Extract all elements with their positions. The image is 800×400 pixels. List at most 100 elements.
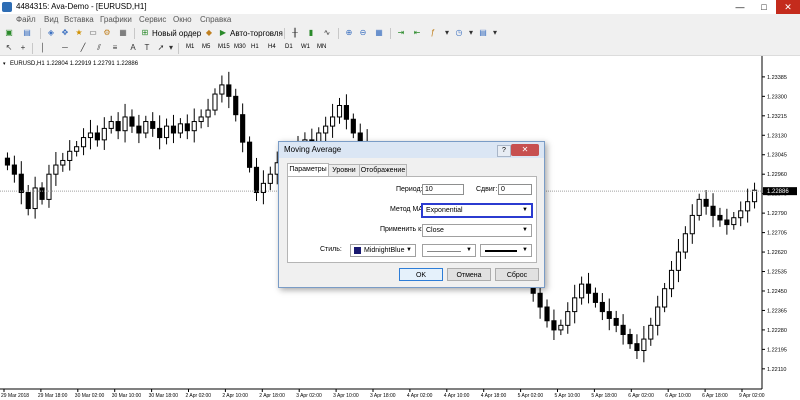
method-select[interactable]: Exponential ▼ — [421, 203, 533, 218]
menu-tools[interactable]: Сервис — [139, 15, 166, 24]
horizontal-line-icon[interactable]: ─ — [60, 43, 70, 53]
candle-body — [717, 214, 723, 221]
bar-chart-icon[interactable]: ╫ — [290, 28, 300, 38]
periods-icon[interactable]: ◷ — [454, 28, 464, 38]
candle-body — [655, 306, 661, 326]
auto-trading-icon[interactable]: ▶ — [218, 28, 228, 38]
timeframe-mn[interactable]: MN — [317, 44, 326, 50]
candle-body — [191, 121, 197, 132]
chart-shift-icon[interactable]: ⇤ — [412, 28, 422, 38]
candle-chart-icon[interactable]: ▮ — [306, 28, 316, 38]
time-tick-label: 5 Apr 18:00 — [591, 393, 617, 399]
zoom-out-icon[interactable]: ⊖ — [358, 28, 368, 38]
reset-button[interactable]: Сброс — [495, 268, 539, 281]
menu-window[interactable]: Окно — [173, 15, 192, 24]
price-tick-label: 1.22960 — [767, 172, 787, 178]
menu-file[interactable]: Файл — [16, 15, 36, 24]
fibonacci-icon[interactable]: ≡ — [110, 43, 120, 53]
color-select[interactable]: MidnightBlue ▼ — [350, 244, 416, 257]
auto-trading-button[interactable]: Авто-торговля — [230, 28, 283, 39]
indicators-dropdown-icon[interactable]: ▾ — [442, 28, 452, 38]
dialog-title-bar: Moving Average ? ✕ — [279, 142, 544, 158]
time-tick-label: 3 Apr 10:00 — [333, 393, 359, 399]
templates-dropdown-icon[interactable]: ▾ — [490, 28, 500, 38]
auto-scroll-icon[interactable]: ⇥ — [396, 28, 406, 38]
indicators-icon[interactable]: ƒ — [428, 28, 438, 38]
arrows-dropdown-icon[interactable]: ▾ — [166, 43, 176, 53]
arrows-icon[interactable]: ➚ — [156, 43, 166, 53]
tile-windows-icon[interactable]: ▦ — [374, 28, 384, 38]
market-watch-icon[interactable]: ◈ — [46, 28, 56, 38]
timeframe-h4[interactable]: H4 — [268, 44, 276, 50]
timeframe-m15[interactable]: M15 — [218, 44, 230, 50]
templates-icon[interactable]: ▤ — [478, 28, 488, 38]
label-icon[interactable]: T — [142, 43, 152, 53]
time-tick-label: 30 Mar 02:00 — [75, 393, 105, 399]
maximize-button[interactable]: □ — [752, 0, 776, 14]
candle-body — [136, 125, 142, 134]
price-tick-label: 1.22535 — [767, 270, 787, 276]
price-tick-label: 1.22790 — [767, 211, 787, 217]
menu-help[interactable]: Справка — [200, 15, 231, 24]
menu-charts[interactable]: Графики — [100, 15, 132, 24]
candle-body — [620, 324, 626, 335]
price-tick-label: 1.22195 — [767, 347, 787, 353]
trendline-icon[interactable]: ╱ — [78, 43, 88, 53]
minimize-button[interactable]: — — [728, 0, 752, 14]
vertical-line-icon[interactable]: │ — [38, 43, 48, 53]
timeframe-m5[interactable]: M5 — [202, 44, 210, 50]
shift-input[interactable] — [498, 184, 532, 195]
line-chart-icon[interactable]: ∿ — [322, 28, 332, 38]
menu-view[interactable]: Вид — [44, 15, 58, 24]
timeframe-h1[interactable]: H1 — [251, 44, 259, 50]
zoom-in-icon[interactable]: ⊕ — [344, 28, 354, 38]
line-style-select[interactable]: ▼ — [422, 244, 476, 257]
candle-body — [689, 214, 695, 235]
candle-body — [157, 127, 163, 139]
timeframe-w1[interactable]: W1 — [301, 44, 310, 50]
candle-body — [198, 116, 204, 123]
strategy-tester-icon[interactable]: ⚙ — [102, 28, 112, 38]
timeframe-m30[interactable]: M30 — [234, 44, 246, 50]
line-width-select[interactable]: ▼ — [480, 244, 532, 257]
profiles-icon[interactable]: ▤ — [22, 28, 32, 38]
chart-menu-icon[interactable]: ▾ — [3, 61, 6, 67]
candle-body — [648, 324, 654, 340]
text-icon[interactable]: A — [128, 43, 138, 53]
periods-dropdown-icon[interactable]: ▾ — [466, 28, 476, 38]
help-button[interactable]: ? — [497, 145, 511, 157]
apply-to-select[interactable]: Close ▼ — [422, 224, 532, 237]
new-chart-icon[interactable]: ▣ — [4, 28, 14, 38]
new-order-button[interactable]: Новый ордер — [152, 28, 201, 39]
candle-body — [108, 121, 114, 129]
tab-parameters[interactable]: Параметры — [287, 163, 329, 177]
timeframe-d1[interactable]: D1 — [285, 44, 293, 50]
navigator-icon[interactable]: ★ — [74, 28, 84, 38]
apply-to-value: Close — [426, 227, 444, 234]
ok-button[interactable]: OK — [399, 268, 443, 281]
candle-body — [751, 189, 758, 203]
close-window-button[interactable]: ✕ — [776, 0, 800, 14]
menu-insert[interactable]: Вставка — [64, 15, 94, 24]
options-icon[interactable]: ▦ — [118, 28, 128, 38]
time-tick-label: 4 Apr 18:00 — [481, 393, 507, 399]
metaeditor-icon[interactable]: ◆ — [204, 28, 214, 38]
terminal-icon[interactable]: ▭ — [88, 28, 98, 38]
chevron-down-icon: ▼ — [522, 247, 528, 253]
candle-body — [87, 132, 94, 139]
timeframe-m1[interactable]: M1 — [186, 44, 194, 50]
period-input[interactable] — [422, 184, 464, 195]
candle-body — [94, 132, 100, 141]
cursor-icon[interactable]: ↖ — [4, 43, 14, 53]
candle-body — [184, 123, 190, 132]
dialog-close-button[interactable]: ✕ — [511, 144, 539, 156]
channel-icon[interactable]: ⫽ — [94, 43, 104, 53]
time-tick-label: 2 Apr 10:00 — [222, 393, 248, 399]
menu-bar: Файл Вид Вставка Графики Сервис Окно Спр… — [0, 14, 800, 26]
cancel-button[interactable]: Отмена — [447, 268, 491, 281]
time-tick-label: 4 Apr 02:00 — [407, 393, 433, 399]
data-window-icon[interactable]: ✥ — [60, 28, 70, 38]
crosshair-icon[interactable]: + — [18, 43, 28, 53]
candle-body — [101, 127, 107, 141]
new-order-icon[interactable]: ⊞ — [140, 28, 150, 38]
